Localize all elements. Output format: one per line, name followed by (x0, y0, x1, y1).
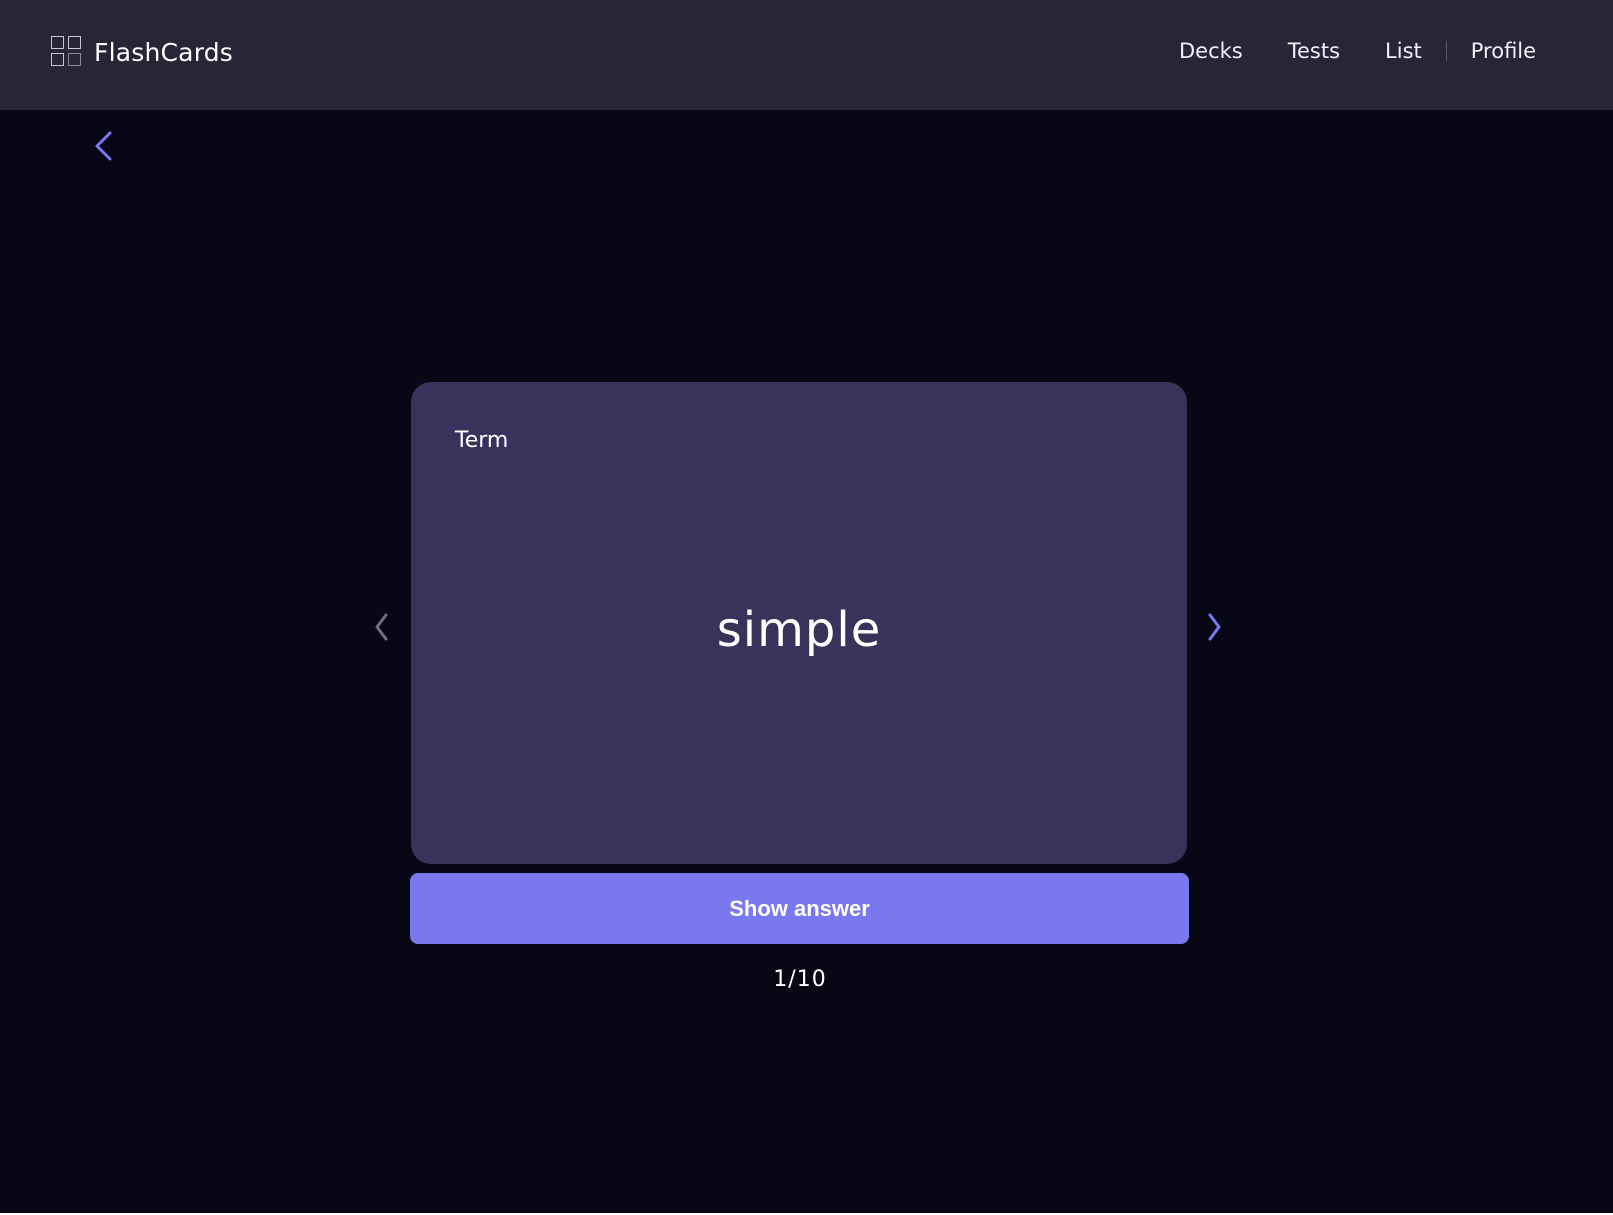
nav-tests[interactable]: Tests (1288, 39, 1340, 63)
card-counter: 1/10 (773, 967, 827, 992)
chevron-left-icon (95, 131, 112, 161)
chevron-right-icon (1208, 613, 1221, 641)
chevron-left-icon (375, 613, 388, 641)
card-side-label: Term (455, 428, 509, 453)
app-root: FlashCards Decks Tests List Profile Term… (0, 0, 1613, 1213)
logo[interactable]: FlashCards (51, 36, 233, 68)
back-button[interactable] (92, 128, 118, 164)
next-card-button[interactable] (1203, 610, 1225, 644)
nav-profile[interactable]: Profile (1471, 39, 1536, 63)
nav-divider (1445, 41, 1447, 61)
card-term: simple (716, 602, 882, 658)
main-nav: Decks Tests List Profile (1179, 36, 1536, 66)
grid-icon (51, 36, 83, 68)
navbar: FlashCards Decks Tests List Profile (0, 0, 1613, 110)
nav-list[interactable]: List (1385, 39, 1422, 63)
prev-card-button[interactable] (371, 610, 393, 644)
nav-decks[interactable]: Decks (1179, 39, 1243, 63)
flashcard[interactable]: Term simple (411, 382, 1187, 864)
app-name: FlashCards (94, 37, 234, 67)
show-answer-button[interactable]: Show answer (410, 873, 1189, 944)
